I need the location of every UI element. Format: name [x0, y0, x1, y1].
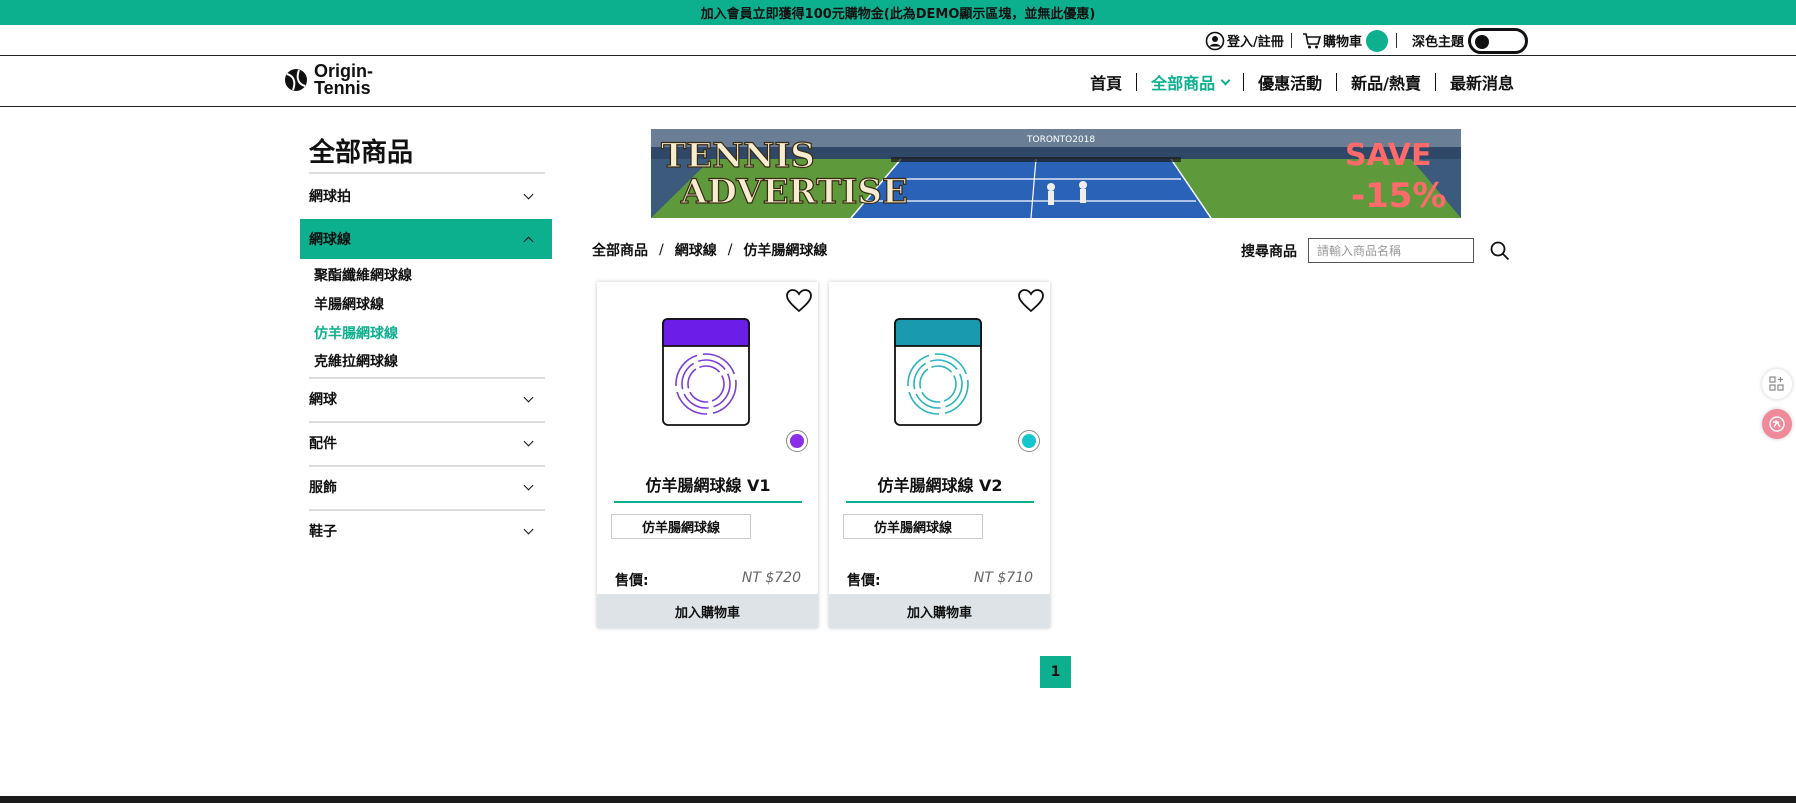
grid-add-icon[interactable] [1762, 369, 1792, 399]
translate-icon[interactable] [1762, 409, 1792, 439]
site-logo[interactable]: Origin- Tennis [284, 62, 373, 98]
login-label: 登入/註冊 [1227, 35, 1284, 50]
translate-glyph-icon [1769, 416, 1785, 432]
banner-save-text: SAVE [1345, 138, 1432, 173]
sidebar-item-balls[interactable]: 網球 [300, 379, 552, 419]
nav-divider [1243, 73, 1245, 91]
color-swatch[interactable] [786, 430, 808, 452]
search-icon[interactable] [1489, 240, 1511, 262]
product-image[interactable] [892, 316, 984, 428]
promo-banner[interactable]: TENNIS ADVERTISE TORONTO2018 SAVE -15% [651, 129, 1461, 218]
sidebar-subitem-synthetic-gut[interactable]: 仿羊腸網球線 [314, 323, 398, 343]
footer [0, 796, 1796, 803]
tennis-ball-logo-icon [285, 69, 307, 91]
product-name[interactable]: 仿羊腸網球線 V2 [846, 472, 1034, 503]
utility-divider [1396, 33, 1397, 48]
user-icon [1205, 31, 1225, 50]
logo-text: Origin- Tennis [314, 62, 373, 98]
sidebar-item-apparel[interactable]: 服飾 [300, 467, 552, 507]
theme-switch[interactable]: 深色主題 [1412, 25, 1529, 56]
banner-discount-text: -15% [1351, 176, 1447, 216]
heart-icon[interactable] [1017, 288, 1045, 314]
sidebar-item-label: 網球線 [309, 232, 351, 248]
sidebar-subitem-kevlar[interactable]: 克維拉網球線 [314, 351, 398, 371]
chevron-down-icon [523, 524, 534, 535]
price-label: 售價: [847, 573, 881, 589]
breadcrumb-current: 仿羊腸網球線 [743, 243, 828, 259]
breadcrumb-item[interactable]: 網球線 [675, 240, 717, 260]
cart-count-badge [1366, 29, 1389, 52]
chevron-up-icon [523, 236, 534, 247]
sidebar-item-rackets[interactable]: 網球拍 [300, 176, 552, 216]
color-swatch-fill [790, 434, 804, 448]
nav-all-products[interactable]: 全部商品 [1151, 70, 1231, 94]
nav-divider [1336, 73, 1338, 91]
product-price: NT $720 [741, 570, 801, 586]
add-to-cart-button[interactable]: 加入購物車 [597, 594, 818, 628]
cart-link[interactable]: 購物車 [1302, 25, 1389, 56]
add-to-cart-button[interactable]: 加入購物車 [829, 594, 1050, 628]
tennis-court-banner-image: TENNIS ADVERTISE TORONTO2018 SAVE -15% [651, 129, 1461, 218]
sidebar-title: 全部商品 [309, 138, 414, 168]
utility-divider [1291, 33, 1292, 48]
nav-divider [1434, 73, 1436, 91]
login-link[interactable]: 登入/註冊 [1205, 25, 1284, 56]
nav-home[interactable]: 首頁 [1090, 70, 1122, 94]
banner-sign-text: TORONTO2018 [1026, 135, 1095, 145]
utility-bar: 登入/註冊 購物車 深色主題 [0, 25, 1796, 56]
product-price: NT $710 [973, 570, 1033, 586]
sidebar-item-label: 鞋子 [309, 524, 337, 540]
product-image[interactable] [660, 316, 752, 428]
sidebar-item-strings[interactable]: 網球線 [300, 219, 552, 259]
sidebar-item-label: 服飾 [309, 480, 337, 496]
theme-label: 深色主題 [1412, 35, 1465, 50]
sidebar-divider [309, 172, 545, 174]
nav-all-products-label: 全部商品 [1151, 74, 1216, 93]
product-category-tag: 仿羊腸網球線 [611, 514, 751, 539]
chevron-down-icon [1220, 75, 1231, 85]
product-card[interactable]: 仿羊腸網球線 V1 仿羊腸網球線 售價: NT $720 加入購物車 [597, 282, 818, 628]
breadcrumb-item[interactable]: 全部商品 [592, 240, 648, 260]
apps-icon [1769, 376, 1784, 391]
sidebar-item-accessories[interactable]: 配件 [300, 423, 552, 463]
chevron-down-icon [523, 480, 534, 491]
sidebar-item-label: 網球拍 [309, 189, 351, 205]
chevron-down-icon [523, 189, 534, 200]
nav-news[interactable]: 最新消息 [1450, 70, 1514, 94]
product-name[interactable]: 仿羊腸網球線 V1 [614, 472, 802, 503]
pagination-page-1[interactable]: 1 [1040, 656, 1071, 688]
search-label: 搜尋商品 [1241, 244, 1297, 260]
promo-text: 加入會員立即獲得100元購物金(此為DEMO顯示區塊，並無此優惠) [700, 7, 1096, 22]
nav-promotions[interactable]: 優惠活動 [1258, 70, 1322, 94]
nav-divider [1136, 73, 1138, 91]
nav-new-hot[interactable]: 新品/熱賣 [1351, 70, 1421, 94]
product-card[interactable]: 仿羊腸網球線 V2 仿羊腸網球線 售價: NT $710 加入購物車 [829, 282, 1050, 628]
chevron-down-icon [523, 392, 534, 403]
color-swatch-fill [1022, 434, 1036, 448]
breadcrumb-separator: / [727, 242, 733, 258]
chevron-down-icon [523, 436, 534, 447]
banner-text-line-2: ADVERTISE [680, 172, 908, 212]
promo-bar: 加入會員立即獲得100元購物金(此為DEMO顯示區塊，並無此優惠) [0, 0, 1796, 25]
cart-icon [1303, 32, 1321, 48]
toggle-knob [1475, 34, 1490, 49]
product-category-tag: 仿羊腸網球線 [843, 514, 983, 539]
sidebar-item-label: 網球 [309, 392, 337, 408]
breadcrumb: 全部商品 / 網球線 / 仿羊腸網球線 [592, 240, 827, 260]
breadcrumb-separator: / [659, 242, 664, 258]
sidebar-item-label: 配件 [309, 436, 337, 452]
logo-line-2: Tennis [314, 78, 371, 98]
sidebar-item-shoes[interactable]: 鞋子 [300, 511, 552, 551]
dark-mode-toggle[interactable] [1468, 27, 1529, 54]
main-header: Origin- Tennis 首頁 全部商品 優惠活動 新品/熱賣 最新消息 [0, 57, 1796, 107]
search-input[interactable] [1308, 238, 1474, 263]
color-swatch[interactable] [1018, 430, 1040, 452]
main-nav: 首頁 全部商品 優惠活動 新品/熱賣 最新消息 [1090, 57, 1514, 107]
heart-icon[interactable] [785, 288, 813, 314]
cart-label: 購物車 [1323, 35, 1363, 50]
sidebar-subitem-natural-gut[interactable]: 羊腸網球線 [314, 294, 384, 314]
price-label: 售價: [615, 573, 649, 589]
banner-text-line-1: TENNIS [661, 136, 815, 176]
sidebar-subitem-polyester[interactable]: 聚酯纖維網球線 [314, 265, 412, 285]
